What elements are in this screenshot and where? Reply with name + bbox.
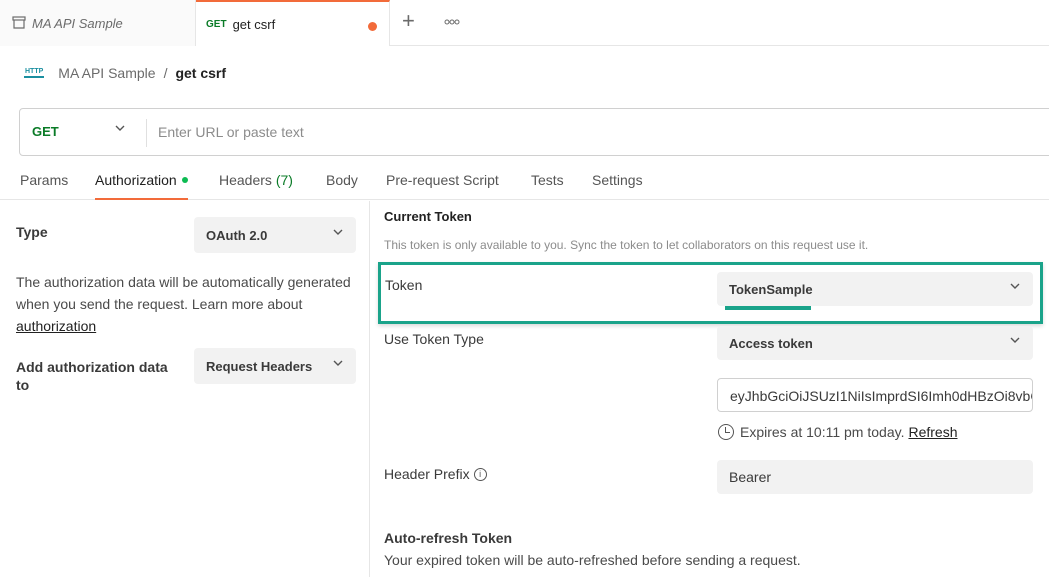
token-underline-annotation bbox=[725, 306, 811, 310]
more-options-icon[interactable] bbox=[444, 12, 460, 28]
refresh-link[interactable]: Refresh bbox=[908, 424, 957, 440]
tab-prerequest-script[interactable]: Pre-request Script bbox=[386, 172, 499, 200]
token-expiry: Expires at 10:11 pm today. Refresh bbox=[718, 424, 958, 440]
url-input[interactable] bbox=[158, 121, 758, 143]
add-auth-data-select[interactable]: Request Headers bbox=[194, 348, 356, 384]
access-token-value: eyJhbGciOiJSUzI1NiIsImprdSI6Imh0dHBzOi8v… bbox=[730, 388, 1032, 404]
chevron-down-icon bbox=[332, 357, 344, 372]
tab-tests[interactable]: Tests bbox=[531, 172, 564, 200]
tab-get-csrf[interactable]: GET get csrf bbox=[196, 0, 390, 46]
breadcrumb: HTTP MA API Sample / get csrf bbox=[24, 62, 226, 84]
tab-label: get csrf bbox=[232, 16, 276, 32]
tab-headers-label: Headers bbox=[219, 172, 272, 188]
tab-ma-api-sample[interactable]: MA API Sample bbox=[0, 0, 196, 46]
chevron-down-icon bbox=[1009, 334, 1021, 349]
tab-headers[interactable]: Headers (7) bbox=[219, 172, 293, 200]
access-token-field[interactable]: eyJhbGciOiJSUzI1NiIsImprdSI6Imh0dHBzOi8v… bbox=[717, 378, 1033, 412]
auto-refresh-note: Your expired token will be auto-refreshe… bbox=[384, 552, 801, 568]
unsaved-dot-icon bbox=[368, 22, 377, 31]
token-select[interactable]: TokenSample bbox=[717, 272, 1033, 306]
auth-left-panel: Type OAuth 2.0 The authorization data wi… bbox=[0, 201, 370, 577]
breadcrumb-separator: / bbox=[163, 65, 168, 81]
tab-authorization-label: Authorization bbox=[95, 172, 177, 188]
add-auth-data-label: Add authorization data to bbox=[16, 359, 168, 393]
request-subtabs: Params Authorization Headers (7) Body Pr… bbox=[0, 168, 1049, 200]
url-bar: GET bbox=[19, 108, 1049, 156]
breadcrumb-request-name[interactable]: get csrf bbox=[175, 65, 226, 81]
tab-bar: MA API Sample GET get csrf + bbox=[0, 0, 1049, 46]
chevron-down-icon bbox=[332, 226, 344, 241]
auth-type-value: OAuth 2.0 bbox=[206, 228, 268, 243]
new-tab-button[interactable]: + bbox=[402, 9, 424, 33]
header-prefix-label: Header Prefix i bbox=[384, 466, 487, 482]
header-prefix-text: Header Prefix bbox=[384, 466, 470, 482]
use-token-type-value: Access token bbox=[729, 336, 813, 351]
tab-params[interactable]: Params bbox=[20, 172, 68, 200]
info-icon[interactable]: i bbox=[473, 467, 487, 481]
tab-label: MA API Sample bbox=[32, 15, 123, 31]
current-token-note: This token is only available to you. Syn… bbox=[384, 238, 869, 252]
chevron-down-icon[interactable] bbox=[114, 122, 126, 137]
tab-method: GET bbox=[206, 18, 227, 30]
use-token-type-select[interactable]: Access token bbox=[717, 326, 1033, 360]
auth-description-text: The authorization data will be automatic… bbox=[16, 274, 351, 312]
collection-icon bbox=[12, 16, 26, 29]
add-auth-data-value: Request Headers bbox=[206, 359, 313, 374]
clock-icon bbox=[718, 424, 734, 440]
headers-count: (7) bbox=[275, 172, 293, 188]
expires-text: Expires at 10:11 pm today. bbox=[740, 424, 905, 440]
current-token-title: Current Token bbox=[384, 209, 472, 224]
token-label: Token bbox=[385, 277, 423, 293]
tab-body[interactable]: Body bbox=[326, 172, 358, 200]
token-value: TokenSample bbox=[729, 282, 813, 297]
divider bbox=[146, 119, 147, 147]
active-dot-icon bbox=[181, 177, 188, 184]
auth-description: The authorization data will be automatic… bbox=[16, 271, 351, 337]
method-selector[interactable]: GET bbox=[32, 124, 59, 139]
auto-refresh-title: Auto-refresh Token bbox=[384, 530, 513, 546]
chevron-down-icon bbox=[1009, 280, 1021, 295]
breadcrumb-collection[interactable]: MA API Sample bbox=[58, 65, 155, 81]
header-prefix-value: Bearer bbox=[729, 469, 772, 485]
auth-type-select[interactable]: OAuth 2.0 bbox=[194, 217, 356, 253]
use-token-type-label: Use Token Type bbox=[384, 331, 484, 347]
type-label: Type bbox=[16, 224, 48, 240]
http-request-icon: HTTP bbox=[24, 68, 45, 78]
header-prefix-input[interactable]: Bearer bbox=[717, 460, 1033, 494]
tab-settings[interactable]: Settings bbox=[592, 172, 643, 200]
tab-authorization[interactable]: Authorization bbox=[95, 172, 188, 200]
authorization-link[interactable]: authorization bbox=[16, 318, 96, 334]
